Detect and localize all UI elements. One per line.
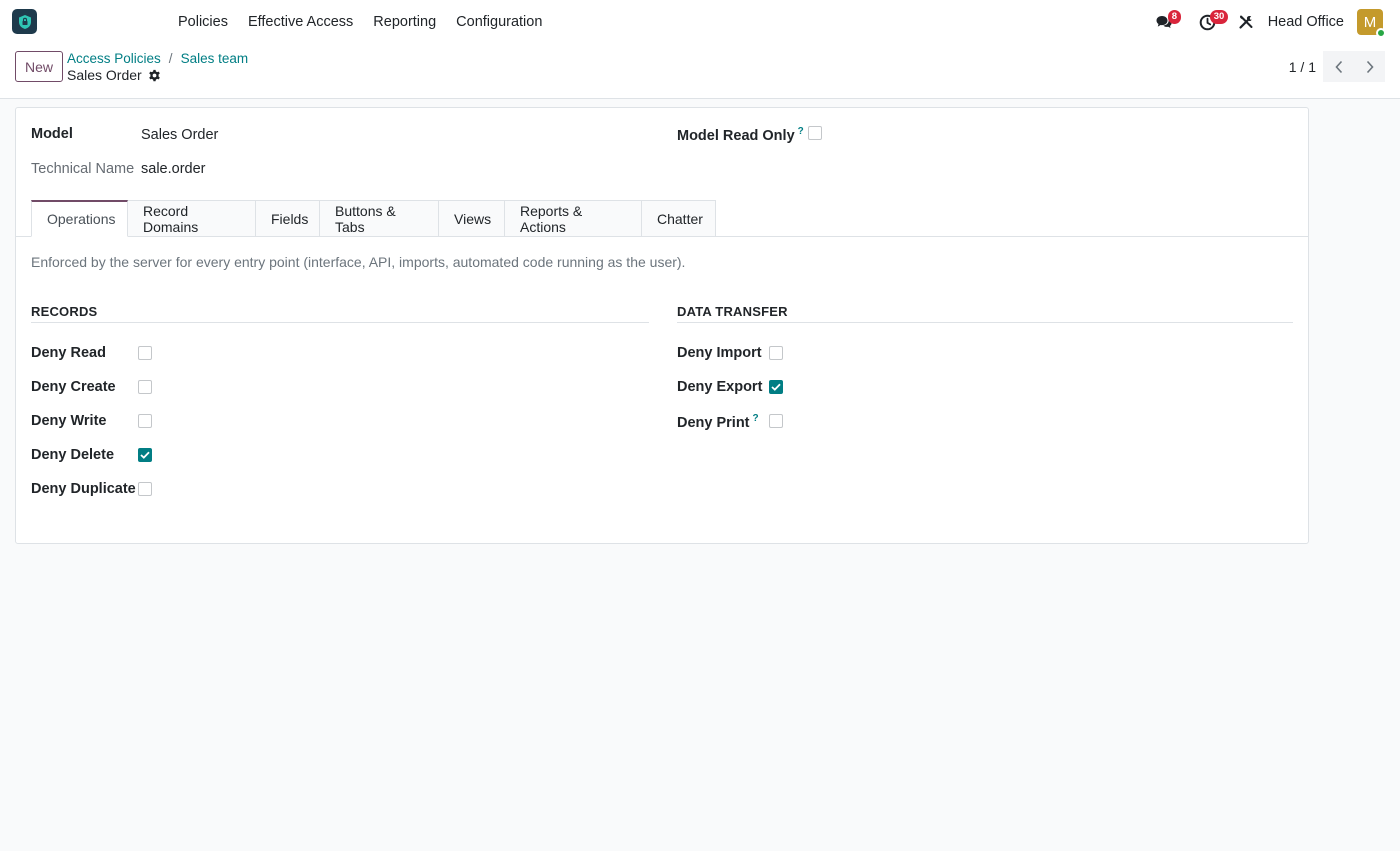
- tab-views[interactable]: Views: [439, 200, 505, 237]
- tab-chatter[interactable]: Chatter: [642, 200, 716, 237]
- deny-duplicate-checkbox[interactable]: [138, 482, 152, 496]
- new-button[interactable]: New: [15, 51, 63, 82]
- menu-reporting[interactable]: Reporting: [363, 14, 446, 30]
- breadcrumb-sales-team[interactable]: Sales team: [181, 51, 249, 66]
- notebook-tabs: Operations Record Domains Fields Buttons…: [31, 200, 716, 237]
- deny-delete-label: Deny Delete: [31, 447, 115, 463]
- model-value: Sales Order: [141, 127, 219, 143]
- activities-button[interactable]: 30: [1190, 0, 1229, 44]
- chevron-left-icon: [1334, 60, 1344, 74]
- deny-read-label: Deny Read: [31, 345, 106, 361]
- deny-import-checkbox[interactable]: [769, 346, 783, 360]
- systray: 8 30 Head Office M: [1146, 0, 1400, 44]
- deny-export-checkbox[interactable]: [769, 380, 783, 394]
- checkmark-icon: [140, 451, 150, 459]
- messages-badge: 8: [1167, 10, 1181, 24]
- record-title-text: Sales Order: [67, 67, 142, 83]
- debug-button[interactable]: [1232, 0, 1260, 44]
- deny-duplicate-label: Deny Duplicate: [31, 481, 136, 497]
- help-tooltip-icon[interactable]: ?: [753, 413, 759, 424]
- tab-reports-actions[interactable]: Reports & Actions: [505, 200, 642, 237]
- top-navbar: Policies Effective Access Reporting Conf…: [0, 0, 1400, 44]
- deny-create-checkbox[interactable]: [138, 380, 152, 394]
- data-transfer-section-title: DATA TRANSFER: [677, 304, 1293, 323]
- checkmark-icon: [771, 383, 781, 391]
- chevron-right-icon: [1365, 60, 1375, 74]
- model-read-only-checkbox[interactable]: [808, 126, 822, 140]
- deny-print-text: Deny Print: [677, 414, 750, 431]
- deny-export-label: Deny Export: [677, 379, 763, 395]
- records-section-title: RECORDS: [31, 304, 649, 323]
- form-sheet: Model Sales Order Technical Name sale.or…: [15, 107, 1309, 544]
- online-status-dot: [1376, 28, 1386, 38]
- user-avatar[interactable]: M: [1357, 9, 1386, 38]
- control-panel: New Access Policies / Sales team Sales O…: [0, 44, 1400, 99]
- menu-configuration[interactable]: Configuration: [446, 14, 552, 30]
- company-switcher[interactable]: Head Office: [1268, 14, 1344, 30]
- technical-name-value: sale.order: [141, 161, 206, 177]
- model-read-only-label: Model Read Only?: [677, 126, 804, 144]
- help-text: Enforced by the server for every entry p…: [31, 254, 686, 270]
- pager-next-button[interactable]: [1354, 51, 1385, 82]
- activities-badge: 30: [1209, 10, 1229, 24]
- shield-lock-icon[interactable]: [12, 9, 37, 34]
- tab-fields[interactable]: Fields: [256, 200, 320, 237]
- model-read-only-text: Model Read Only: [677, 127, 795, 144]
- pager-value: 1 / 1: [1288, 59, 1316, 75]
- model-label: Model: [31, 126, 73, 142]
- avatar-initial: M: [1363, 13, 1377, 31]
- deny-write-checkbox[interactable]: [138, 414, 152, 428]
- deny-print-label: Deny Print?: [677, 413, 759, 431]
- tab-buttons-tabs[interactable]: Buttons & Tabs: [320, 200, 439, 237]
- deny-create-label: Deny Create: [31, 379, 116, 395]
- deny-print-checkbox[interactable]: [769, 414, 783, 428]
- breadcrumb-separator: /: [168, 51, 173, 66]
- deny-read-checkbox[interactable]: [138, 346, 152, 360]
- tab-operations[interactable]: Operations: [31, 200, 128, 237]
- menu-effective-access[interactable]: Effective Access: [238, 14, 363, 30]
- menu-policies[interactable]: Policies: [168, 14, 238, 30]
- help-tooltip-icon[interactable]: ?: [798, 126, 804, 137]
- deny-write-label: Deny Write: [31, 413, 107, 429]
- breadcrumb-access-policies[interactable]: Access Policies: [67, 51, 161, 66]
- main-menu: Policies Effective Access Reporting Conf…: [168, 0, 552, 44]
- messages-button[interactable]: 8: [1146, 0, 1182, 44]
- breadcrumb: Access Policies / Sales team: [67, 51, 248, 66]
- record-title: Sales Order: [67, 67, 161, 83]
- tools-icon: [1238, 14, 1254, 30]
- deny-delete-checkbox[interactable]: [138, 448, 152, 462]
- tab-record-domains[interactable]: Record Domains: [128, 200, 256, 237]
- deny-import-label: Deny Import: [677, 345, 762, 361]
- technical-name-label: Technical Name: [31, 161, 135, 177]
- pager-previous-button[interactable]: [1323, 51, 1354, 82]
- gear-icon[interactable]: [148, 69, 161, 82]
